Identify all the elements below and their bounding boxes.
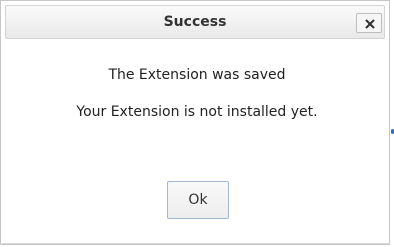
dialog-title: Success xyxy=(163,14,227,30)
ok-button[interactable]: Ok xyxy=(167,181,229,219)
footer-divider xyxy=(2,243,390,244)
close-x-icon xyxy=(365,19,375,29)
dialog-titlebar: Success xyxy=(5,5,385,39)
saved-message: The Extension was saved xyxy=(108,67,286,83)
not-installed-message: Your Extension is not installed yet. xyxy=(76,104,318,120)
close-button[interactable] xyxy=(356,13,382,33)
success-dialog: Success The Extension was saved Your Ext… xyxy=(0,0,390,245)
